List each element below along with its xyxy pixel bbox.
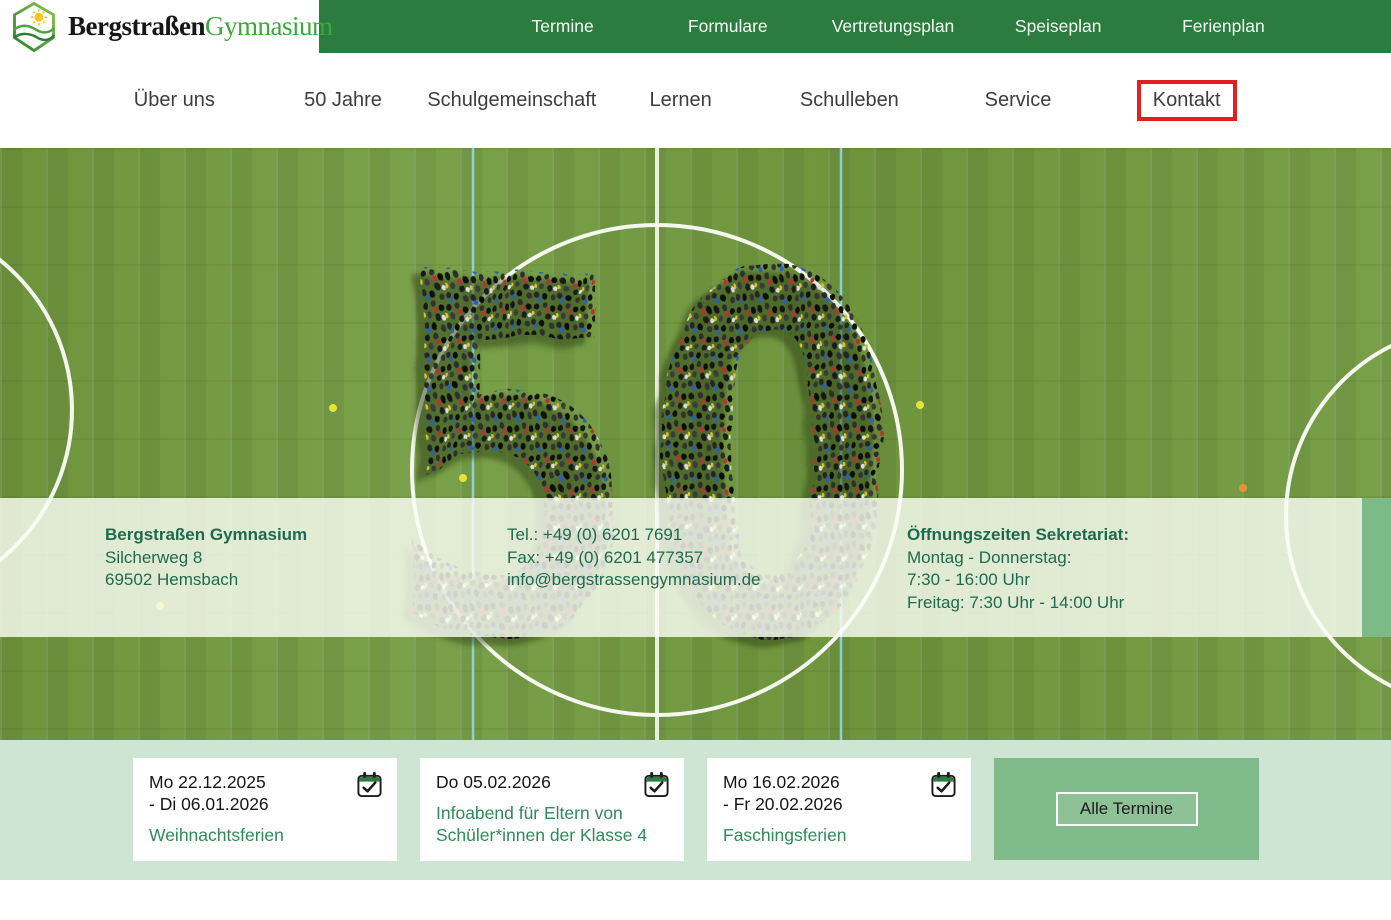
topnav-item-termine[interactable]: Termine	[480, 16, 645, 37]
logo-text-light: Gymnasium	[205, 11, 333, 41]
footer	[0, 880, 1391, 920]
telephone: Tel.: +49 (0) 6201 7691	[507, 524, 761, 547]
mainnav-item-service[interactable]: Service	[985, 89, 1052, 111]
school-logo[interactable]: BergstraßenGymnasium	[8, 1, 332, 53]
event-title: Weihnachtsferien	[149, 824, 381, 846]
page: BergstraßenGymnasium Termine Formulare V…	[0, 0, 1391, 920]
mainnav-item-kontakt[interactable]: Kontakt	[1153, 89, 1221, 111]
calendar-check-icon	[930, 771, 957, 798]
calendar-check-icon	[356, 771, 383, 798]
office-hours-line1: Montag - Donnerstag:	[907, 547, 1129, 570]
event-date: Mo 16.02.2026	[723, 771, 955, 793]
all-events-panel: Alle Termine	[994, 758, 1259, 860]
mainnav-item-50-jahre[interactable]: 50 Jahre	[304, 89, 382, 111]
topnav-item-vertretungsplan[interactable]: Vertretungsplan	[810, 16, 975, 37]
kontakt-highlight-box: Kontakt	[1137, 80, 1237, 121]
topnav-item-formulare[interactable]: Formulare	[645, 16, 810, 37]
figure-50-text: 50	[386, 172, 905, 740]
band-right-accent	[1362, 498, 1391, 637]
mainnav-item-schulgemeinschaft[interactable]: Schulgemeinschaft	[427, 89, 596, 111]
event-card-infoabend[interactable]: Do 05.02.2026 Infoabend für Eltern von S…	[420, 758, 684, 861]
email-link[interactable]: info@bergstrassengymnasium.de	[507, 569, 761, 592]
event-title: Infoabend für Eltern von Schüler*innen d…	[436, 802, 668, 846]
school-logo-icon	[8, 1, 60, 53]
contact-band: Bergstraßen Gymnasium Silcherweg 8 69502…	[0, 498, 1362, 637]
contact-address: Bergstraßen Gymnasium Silcherweg 8 69502…	[105, 524, 307, 592]
logo-text: BergstraßenGymnasium	[68, 11, 332, 42]
street: Silcherweg 8	[105, 547, 307, 570]
mainnav-item-schulleben[interactable]: Schulleben	[800, 89, 899, 111]
events-section: Mo 22.12.2025 - Di 06.01.2026 Weihnachts…	[0, 740, 1391, 880]
calendar-check-icon	[643, 771, 670, 798]
event-date-end: - Di 06.01.2026	[149, 793, 381, 815]
mainnav-item-ueber-uns[interactable]: Über uns	[134, 89, 215, 111]
fax: Fax: +49 (0) 6201 477357	[507, 547, 761, 570]
office-hours-line2: 7:30 - 16:00 Uhr	[907, 569, 1129, 592]
all-events-button[interactable]: Alle Termine	[1056, 792, 1198, 826]
top-bar: BergstraßenGymnasium Termine Formulare V…	[0, 0, 1391, 53]
logo-zone: BergstraßenGymnasium	[0, 0, 319, 53]
hero-image: 50 50 Bergstraßen Gymnasium Silcherweg 8…	[0, 148, 1391, 740]
event-card-faschingsferien[interactable]: Mo 16.02.2026 - Fr 20.02.2026 Faschingsf…	[707, 758, 971, 861]
crowd-number-50: 50 50	[377, 172, 904, 740]
main-navigation: Über uns 50 Jahre Schulgemeinschaft Lern…	[0, 53, 1391, 148]
office-hours-title: Öffnungszeiten Sekretariat:	[907, 524, 1129, 547]
office-hours: Öffnungszeiten Sekretariat: Montag - Don…	[907, 524, 1129, 614]
topnav-item-ferienplan[interactable]: Ferienplan	[1141, 16, 1306, 37]
soccer-field-graphic: 50 50	[0, 148, 1391, 740]
mainnav-item-lernen[interactable]: Lernen	[650, 89, 712, 111]
event-title: Faschingsferien	[723, 824, 955, 846]
city: 69502 Hemsbach	[105, 569, 307, 592]
event-date: Mo 22.12.2025	[149, 771, 381, 793]
event-cards: Mo 22.12.2025 - Di 06.01.2026 Weihnachts…	[133, 758, 1259, 861]
top-navigation: Termine Formulare Vertretungsplan Speise…	[480, 0, 1306, 53]
school-name: Bergstraßen Gymnasium	[105, 524, 307, 547]
logo-text-bold: Bergstraßen	[68, 11, 205, 41]
topnav-item-speiseplan[interactable]: Speiseplan	[976, 16, 1141, 37]
event-card-weihnachtsferien[interactable]: Mo 22.12.2025 - Di 06.01.2026 Weihnachts…	[133, 758, 397, 861]
office-hours-line3: Freitag: 7:30 Uhr - 14:00 Uhr	[907, 592, 1129, 615]
event-date-end: - Fr 20.02.2026	[723, 793, 955, 815]
event-date: Do 05.02.2026	[436, 771, 668, 793]
contact-phone: Tel.: +49 (0) 6201 7691 Fax: +49 (0) 620…	[507, 524, 761, 592]
